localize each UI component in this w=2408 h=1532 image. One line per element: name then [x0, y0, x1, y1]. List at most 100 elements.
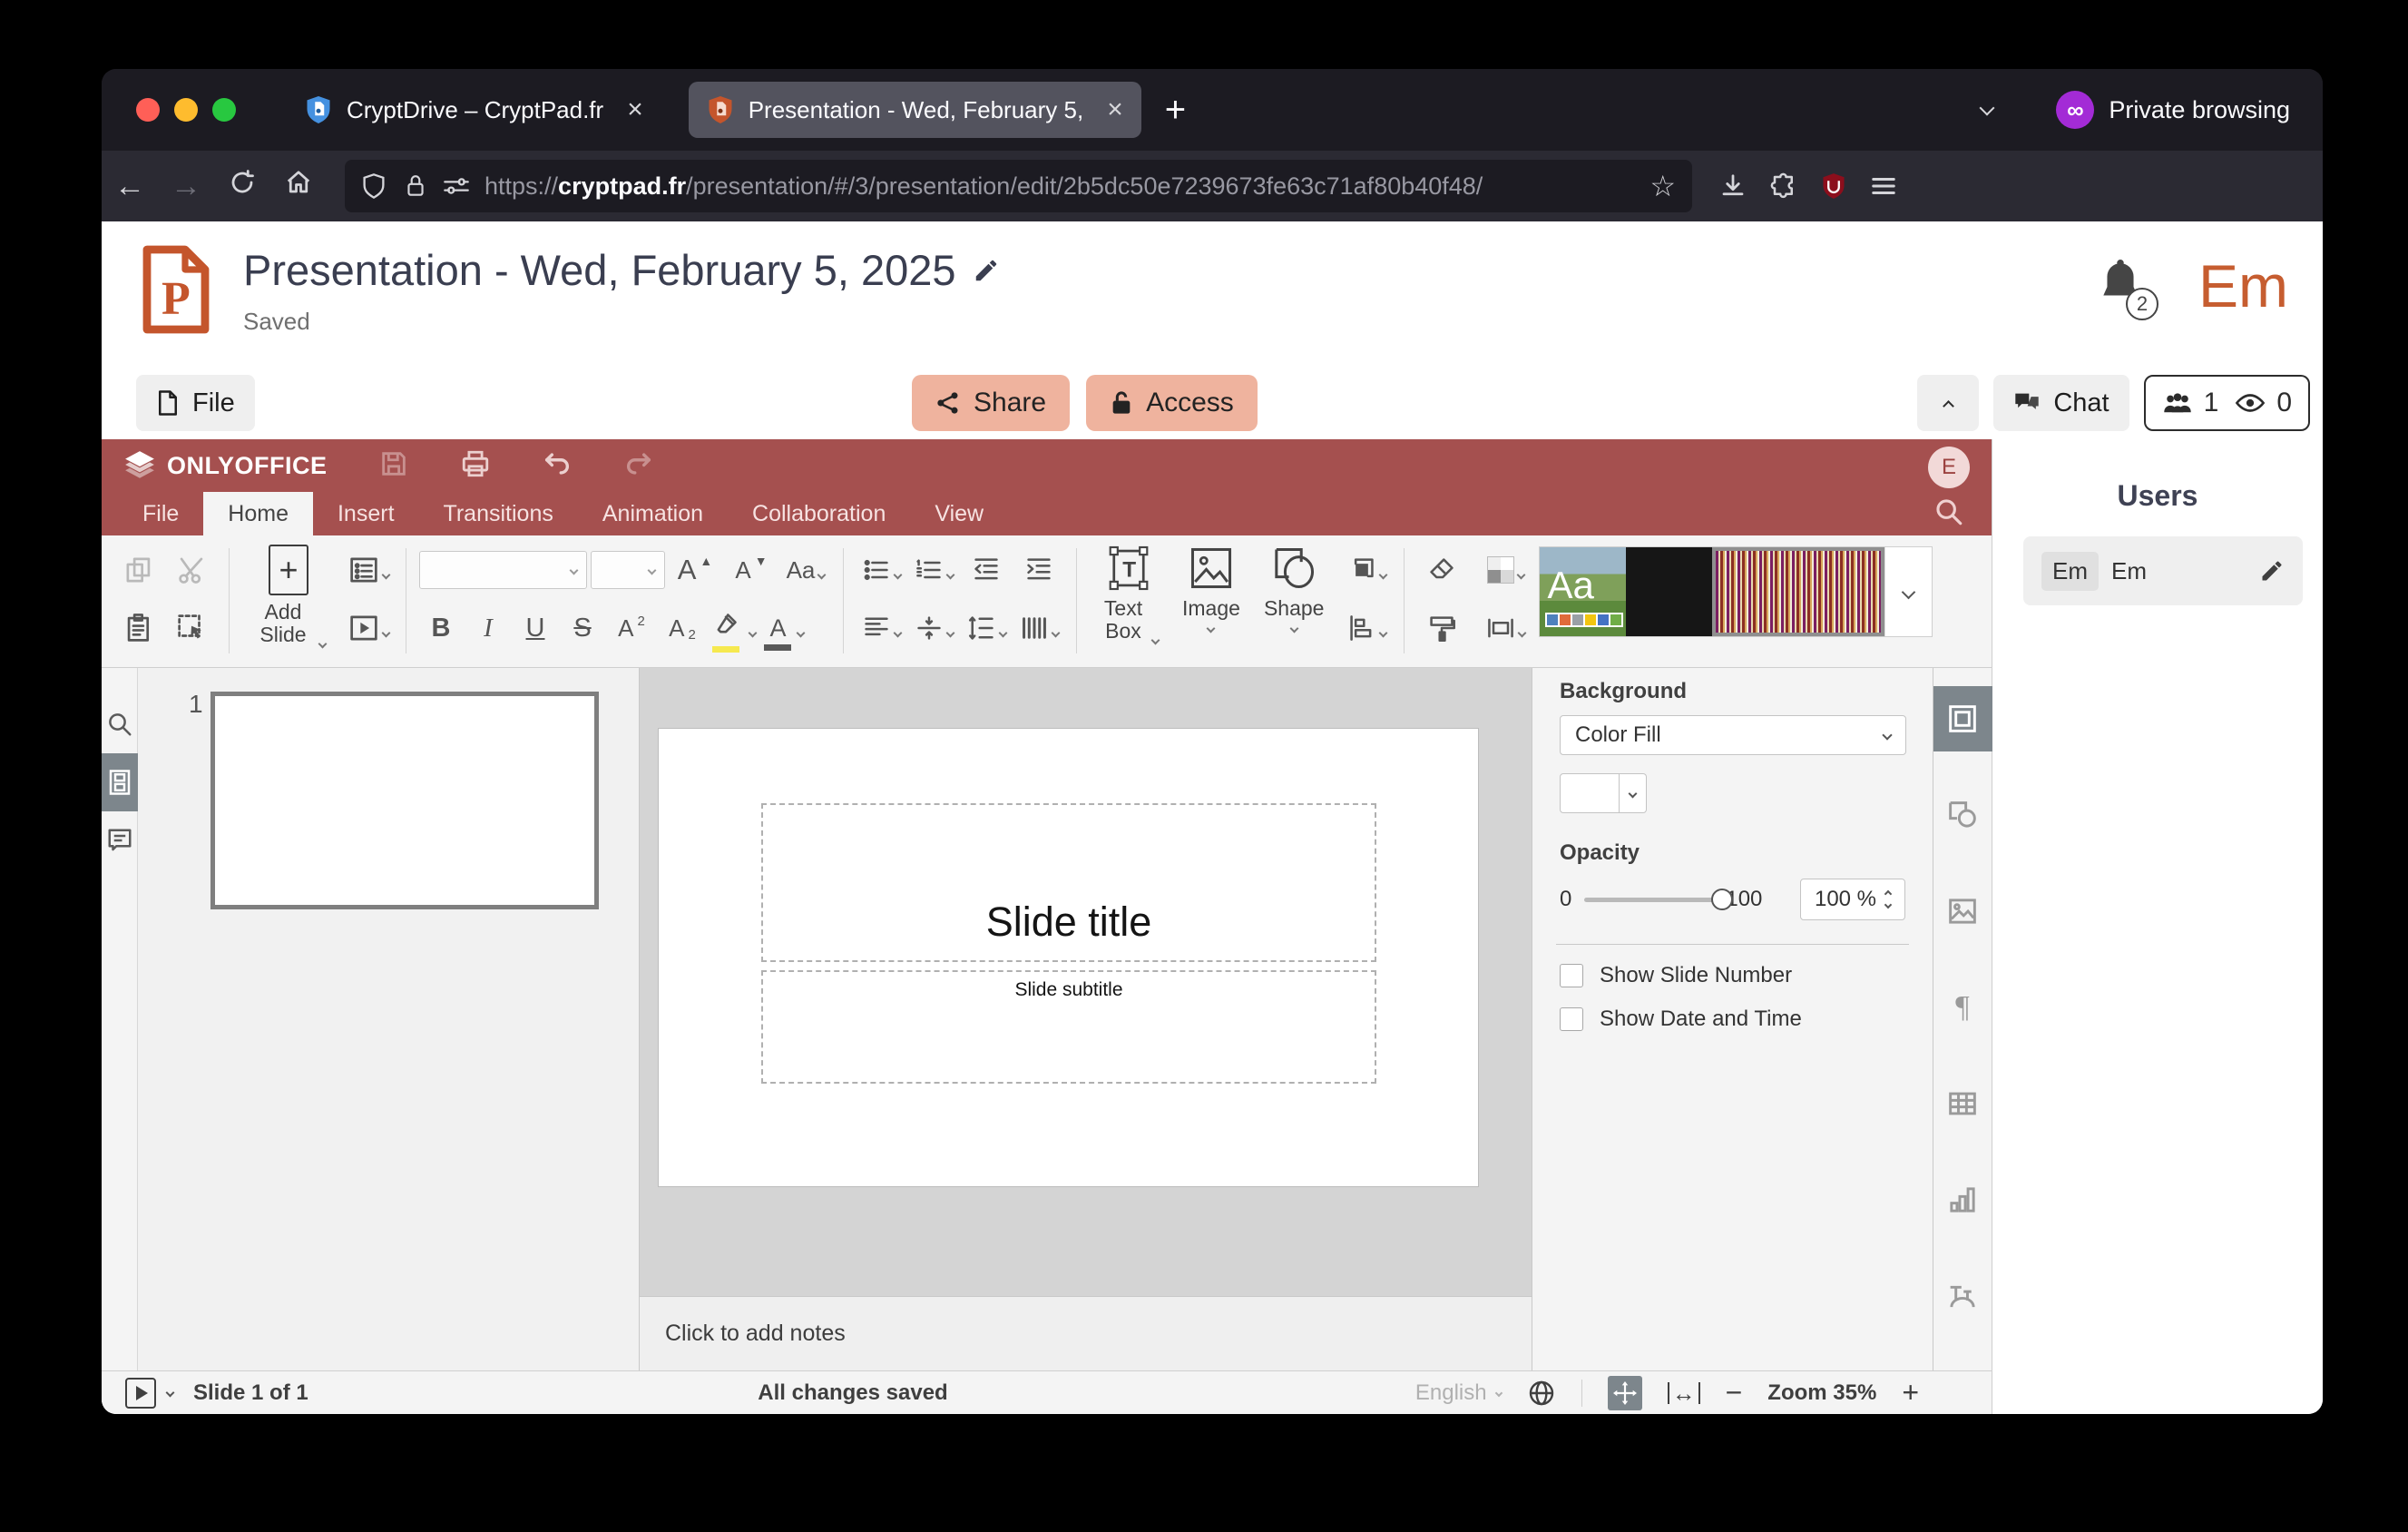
- align-shape-button[interactable]: [1342, 603, 1391, 653]
- account-button[interactable]: Em: [2198, 256, 2288, 316]
- theme-landscape-thumbnail[interactable]: Aa: [1540, 547, 1626, 636]
- start-slideshow-button[interactable]: [344, 603, 393, 653]
- spin-down-icon[interactable]: [1884, 901, 1892, 908]
- color-swatch-chevron[interactable]: [1620, 773, 1647, 813]
- arrange-shape-button[interactable]: [1342, 545, 1391, 595]
- save-icon[interactable]: [378, 448, 409, 484]
- slide-size-button[interactable]: [1481, 603, 1530, 653]
- search-panel-icon[interactable]: [102, 695, 138, 753]
- menu-view[interactable]: View: [910, 492, 1008, 535]
- fit-width-button[interactable]: ↔: [1668, 1382, 1700, 1404]
- print-icon[interactable]: [460, 448, 491, 484]
- rename-pencil-icon[interactable]: [973, 257, 1000, 284]
- ublock-origin-icon[interactable]: [1821, 172, 1846, 200]
- superscript-button[interactable]: A2: [608, 603, 655, 653]
- highlight-color-button[interactable]: [710, 603, 759, 653]
- shape-settings-icon[interactable]: [1933, 782, 1992, 848]
- opacity-slider-knob[interactable]: [1711, 889, 1733, 910]
- slide-title-placeholder[interactable]: Slide title: [761, 803, 1376, 962]
- add-slide-button[interactable]: + Add Slide: [242, 545, 335, 653]
- zoom-in-button[interactable]: +: [1902, 1376, 1919, 1409]
- redo-icon[interactable]: [623, 448, 654, 484]
- decrease-font-button[interactable]: A▼: [725, 545, 778, 595]
- numbered-list-button[interactable]: [909, 545, 958, 595]
- editor-avatar[interactable]: E: [1928, 447, 1970, 488]
- permissions-icon[interactable]: [443, 174, 470, 198]
- increase-font-button[interactable]: A▲: [669, 545, 721, 595]
- tab-close-icon[interactable]: ×: [627, 94, 643, 125]
- italic-button[interactable]: I: [466, 603, 510, 653]
- tab-close-icon[interactable]: ×: [1107, 94, 1123, 125]
- slide-thumbnail[interactable]: [210, 692, 599, 909]
- zoom-out-button[interactable]: −: [1726, 1376, 1743, 1409]
- select-all-button[interactable]: [167, 603, 216, 653]
- columns-button[interactable]: [1014, 603, 1063, 653]
- fit-slide-button[interactable]: [1608, 1376, 1642, 1410]
- start-slideshow-status-button[interactable]: [125, 1378, 156, 1409]
- vertical-align-button[interactable]: [909, 603, 958, 653]
- underline-button[interactable]: U: [514, 603, 557, 653]
- edit-user-pencil-icon[interactable]: [2259, 558, 2285, 584]
- slides-panel-icon[interactable]: [102, 753, 138, 811]
- increase-indent-button[interactable]: [1014, 545, 1063, 595]
- menu-animation[interactable]: Animation: [578, 492, 728, 535]
- slide-canvas[interactable]: Slide title Slide subtitle: [640, 668, 1532, 1296]
- show-slide-number-checkbox[interactable]: [1560, 964, 1583, 987]
- menu-collaboration[interactable]: Collaboration: [728, 492, 910, 535]
- chart-settings-icon[interactable]: [1933, 1167, 1992, 1232]
- font-size-select[interactable]: [591, 551, 665, 589]
- participants-box[interactable]: 1 0: [2144, 375, 2310, 431]
- insert-textbox-button[interactable]: T Text Box: [1090, 545, 1168, 643]
- image-settings-icon[interactable]: [1933, 879, 1992, 944]
- slide-settings-icon[interactable]: [1933, 686, 1992, 751]
- color-swatch[interactable]: [1560, 773, 1620, 813]
- decrease-indent-button[interactable]: [962, 545, 1011, 595]
- menu-transitions[interactable]: Transitions: [419, 492, 578, 535]
- opacity-spinner[interactable]: 100 %: [1800, 879, 1905, 920]
- opacity-slider[interactable]: [1584, 898, 1722, 902]
- insert-image-button[interactable]: Image: [1173, 545, 1249, 643]
- undo-icon[interactable]: [542, 448, 573, 484]
- table-settings-icon[interactable]: [1933, 1071, 1992, 1136]
- menu-insert[interactable]: Insert: [313, 492, 419, 535]
- theme-stripes-thumbnail-selected[interactable]: [1712, 547, 1884, 636]
- extensions-icon[interactable]: [1770, 172, 1797, 200]
- maximize-window-button[interactable]: [212, 98, 236, 122]
- copy-style-button[interactable]: [1417, 603, 1466, 653]
- downloads-icon[interactable]: [1719, 172, 1747, 200]
- bold-button[interactable]: B: [419, 603, 463, 653]
- file-button[interactable]: File: [136, 375, 255, 431]
- show-date-time-checkbox[interactable]: [1560, 1007, 1583, 1031]
- paragraph-settings-icon[interactable]: ¶: [1933, 975, 1992, 1040]
- copy-button[interactable]: [114, 545, 163, 595]
- menu-hamburger-icon[interactable]: [1870, 172, 1897, 200]
- collapse-toolbar-button[interactable]: [1917, 375, 1979, 431]
- bookmark-star-icon[interactable]: ☆: [1649, 169, 1676, 203]
- home-button[interactable]: [270, 169, 327, 204]
- spellcheck-globe-icon[interactable]: [1527, 1379, 1556, 1408]
- background-fill-select[interactable]: Color Fill: [1560, 715, 1906, 755]
- access-button[interactable]: Access: [1086, 375, 1258, 431]
- cut-button[interactable]: [167, 545, 216, 595]
- notifications-bell[interactable]: 2: [2097, 260, 2144, 313]
- bullet-list-button[interactable]: [857, 545, 905, 595]
- insert-shape-button[interactable]: Shape: [1255, 545, 1334, 643]
- language-select[interactable]: English: [1415, 1380, 1502, 1406]
- spin-up-icon[interactable]: [1884, 890, 1892, 898]
- forward-button[interactable]: →: [158, 169, 214, 204]
- menu-home[interactable]: Home: [203, 492, 313, 535]
- tracking-shield-icon[interactable]: [361, 172, 387, 200]
- close-window-button[interactable]: [136, 98, 160, 122]
- slide[interactable]: Slide title Slide subtitle: [658, 728, 1479, 1187]
- notes-area[interactable]: Click to add notes: [640, 1296, 1532, 1370]
- change-case-button[interactable]: Aa: [781, 545, 830, 595]
- lock-icon[interactable]: [405, 173, 426, 199]
- font-color-button[interactable]: A: [762, 603, 811, 653]
- horizontal-align-button[interactable]: [857, 603, 905, 653]
- list-tabs-chevron-icon[interactable]: [1982, 102, 1992, 118]
- back-button[interactable]: ←: [102, 169, 158, 204]
- theme-black-thumbnail[interactable]: [1626, 547, 1712, 636]
- theme-gallery-expand-chevron[interactable]: [1884, 547, 1932, 636]
- font-name-select[interactable]: [419, 551, 587, 589]
- clear-style-button[interactable]: [1417, 545, 1466, 595]
